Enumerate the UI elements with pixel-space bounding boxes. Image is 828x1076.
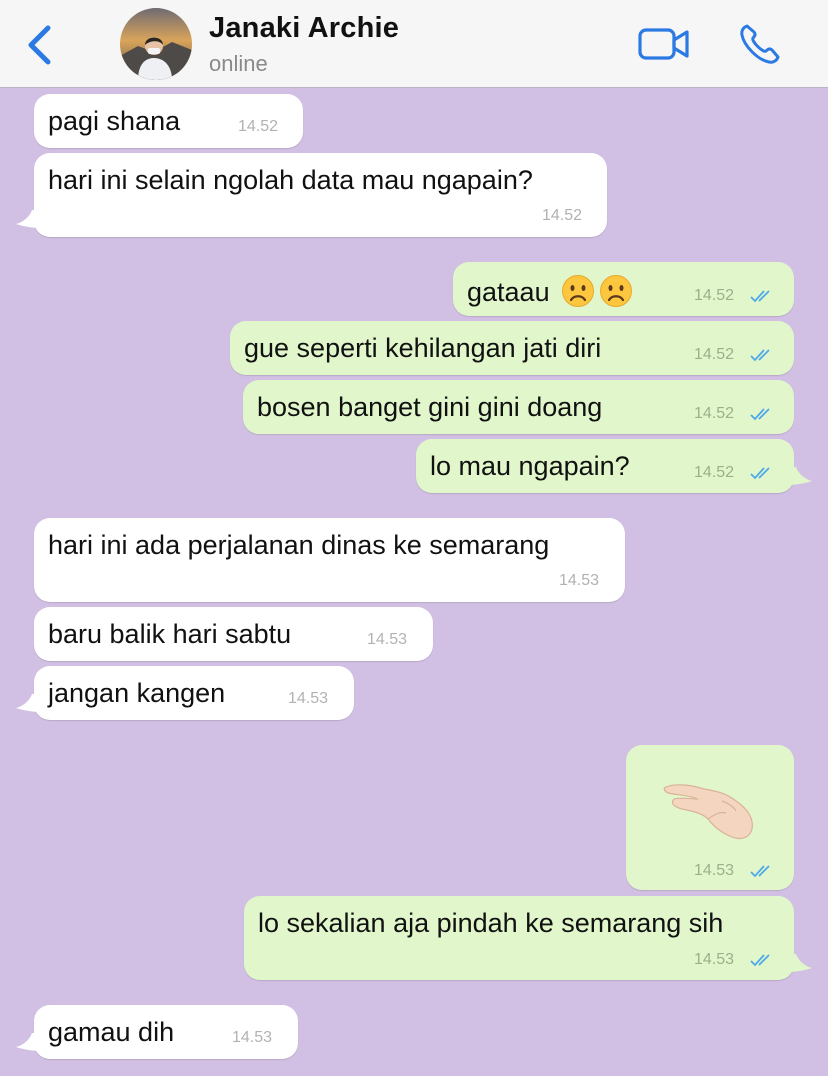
message-content: gataau: [467, 274, 633, 308]
frowning-face-icon: [562, 275, 595, 307]
message-time: 14.53: [694, 951, 735, 968]
message-incoming[interactable]: baru balik hari sabtu 14.53: [34, 607, 433, 661]
message-outgoing-sticker[interactable]: 14.53: [626, 745, 794, 890]
double-check-icon: [750, 408, 770, 421]
message-outgoing[interactable]: lo sekalian aja pindah ke semarang sih 1…: [244, 896, 794, 980]
message-outgoing[interactable]: gataau 14.52: [453, 262, 794, 316]
message-incoming[interactable]: hari ini selain ngolah data mau ngapain?…: [34, 153, 607, 237]
message-incoming[interactable]: hari ini ada perjalanan dinas ke semaran…: [34, 518, 625, 602]
message-time: 14.53: [232, 1029, 273, 1046]
bubble-tail: [16, 694, 40, 712]
message-time: 14.53: [288, 690, 329, 707]
message-text: lo sekalian aja pindah ke semarang sih: [258, 908, 724, 938]
double-check-icon: [750, 865, 770, 878]
double-check-icon: [750, 954, 770, 967]
message-text: lo mau ngapain?: [430, 451, 630, 481]
phone-icon[interactable]: [738, 22, 782, 66]
message-text: gataau: [467, 277, 550, 307]
message-outgoing[interactable]: bosen banget gini gini doang 14.52: [243, 380, 794, 434]
message-text: gamau dih: [48, 1017, 175, 1047]
message-text: hari ini ada perjalanan dinas ke semaran…: [48, 530, 550, 560]
message-text: baru balik hari sabtu: [48, 619, 292, 649]
message-time: 14.52: [238, 118, 279, 135]
message-incoming[interactable]: jangan kangen 14.53: [34, 666, 354, 720]
double-check-icon: [750, 467, 770, 480]
message-text: bosen banget gini gini doang: [257, 392, 603, 422]
contact-status: online: [209, 51, 268, 76]
message-time: 14.52: [694, 405, 735, 422]
bubble-tail: [788, 467, 812, 485]
double-check-icon: [750, 290, 770, 303]
video-camera-icon[interactable]: [638, 24, 690, 64]
message-time: 14.52: [694, 287, 735, 304]
message-text: hari ini selain ngolah data mau ngapain?: [48, 165, 533, 195]
message-time: 14.52: [694, 464, 735, 481]
message-incoming[interactable]: pagi shana 14.52: [34, 94, 303, 148]
pinching-hand-icon: [663, 784, 753, 840]
message-text: jangan kangen: [48, 678, 226, 708]
message-time: 14.53: [559, 572, 600, 589]
message-text: pagi shana: [48, 106, 181, 136]
bubble-tail: [16, 1033, 40, 1051]
message-time: 14.53: [694, 862, 735, 879]
double-check-icon: [750, 349, 770, 362]
message-text: gue seperti kehilangan jati diri: [244, 333, 602, 363]
message-outgoing[interactable]: gue seperti kehilangan jati diri 14.52: [230, 321, 794, 375]
contact-name[interactable]: Janaki Archie: [209, 12, 399, 45]
message-incoming[interactable]: gamau dih 14.53: [34, 1005, 298, 1059]
message-outgoing[interactable]: lo mau ngapain? 14.52: [416, 439, 794, 493]
chat-header: Janaki Archie online: [0, 0, 828, 88]
frowning-face-icon: [600, 275, 633, 307]
bubble-tail: [788, 954, 812, 972]
bubble-tail: [16, 210, 40, 228]
message-time: 14.52: [542, 207, 583, 224]
chevron-left-icon[interactable]: [22, 22, 58, 68]
message-time: 14.53: [367, 631, 408, 648]
message-time: 14.52: [694, 346, 735, 363]
avatar[interactable]: [120, 8, 192, 80]
